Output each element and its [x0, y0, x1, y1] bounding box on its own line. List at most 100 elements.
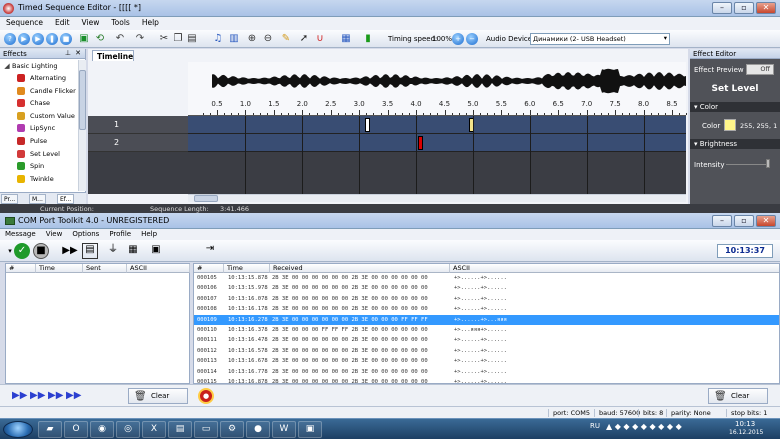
- play-icon[interactable]: ▶: [32, 33, 44, 45]
- table-row[interactable]: 000112 10:13:16.578 2B 3E 00 00 00 00 00 0…: [194, 346, 779, 357]
- paste-icon[interactable]: ▤: [186, 33, 198, 45]
- minimize-button[interactable]: –: [712, 2, 732, 14]
- table-row[interactable]: 000114 10:13:16.778 2B 3E 00 00 00 00 00 0…: [194, 367, 779, 378]
- start-button[interactable]: [3, 421, 33, 438]
- excel-icon[interactable]: X: [142, 421, 166, 438]
- send-file-icon[interactable]: ▶▶: [66, 390, 81, 402]
- connect-check-icon[interactable]: ✓: [14, 243, 30, 259]
- menu-help-2[interactable]: Help: [136, 229, 162, 239]
- color-swatch[interactable]: [724, 119, 736, 131]
- table-row[interactable]: 000107 10:13:16.078 2B 3E 00 00 00 00 00 0…: [194, 294, 779, 305]
- intensity-slider[interactable]: [726, 164, 766, 165]
- table-row[interactable]: 000110 10:13:16.378 2B 3E 00 00 00 FF FF F…: [194, 325, 779, 336]
- exit-door-icon[interactable]: ⇥: [202, 243, 218, 259]
- language-indicator[interactable]: RU: [590, 422, 600, 430]
- disconnect-icon[interactable]: ■: [33, 243, 49, 259]
- recv-col-received[interactable]: Received: [270, 264, 450, 273]
- speed-up-icon[interactable]: +: [452, 33, 464, 45]
- clear-sent-button[interactable]: 🗑 Clear: [128, 388, 188, 404]
- effect-event-block[interactable]: [364, 118, 370, 132]
- menu-options[interactable]: Options: [67, 229, 104, 239]
- timeline-hscrollbar[interactable]: [188, 194, 686, 202]
- pointer-icon[interactable]: ➚: [298, 33, 310, 45]
- com-toolkit-taskbar-icon[interactable]: ▣: [298, 421, 322, 438]
- sent-col-time[interactable]: Time: [36, 264, 83, 273]
- tab-timeline[interactable]: Timeline: [92, 50, 134, 61]
- sequence-icon[interactable]: ▤: [82, 243, 98, 259]
- scrollbar-thumb[interactable]: [79, 70, 86, 130]
- menu-view-2[interactable]: View: [41, 229, 68, 239]
- tab-profiles[interactable]: Pr...: [1, 194, 19, 204]
- magnet-icon[interactable]: ∪: [314, 33, 326, 45]
- speed-down-icon[interactable]: −: [466, 33, 478, 45]
- word-icon[interactable]: W: [272, 421, 296, 438]
- time-ruler[interactable]: 0.5 1.0 1.5 2.0 2.5 3.0 3.5 4.0 4.5 5.0 5.5 6.0 6.5 7…: [188, 100, 688, 116]
- table-row[interactable]: 000113 10:13:16.678 2B 3E 00 00 00 00 00 0…: [194, 356, 779, 367]
- effects-scrollbar[interactable]: [78, 60, 86, 191]
- intensity-slider-handle[interactable]: [766, 159, 770, 168]
- menu-sequence[interactable]: Sequence: [0, 17, 49, 28]
- send-file-icon[interactable]: ▶▶: [48, 390, 63, 402]
- port-settings-icon[interactable]: ▦: [124, 244, 142, 256]
- pause-icon[interactable]: ❚: [46, 33, 58, 45]
- plug-icon[interactable]: ⏚: [106, 244, 120, 256]
- stop-badge-icon[interactable]: ●: [198, 388, 214, 404]
- sent-col-num[interactable]: #: [6, 264, 36, 273]
- tab-effects[interactable]: Ef...: [57, 194, 75, 204]
- recv-col-time[interactable]: Time: [224, 264, 270, 273]
- maximize-button-2[interactable]: ▫: [734, 215, 754, 227]
- sent-col-sent[interactable]: Sent: [83, 264, 127, 273]
- waveform-icon[interactable]: ▥: [228, 33, 240, 45]
- recv-col-num[interactable]: #: [194, 264, 224, 273]
- tool-icon[interactable]: ⚙: [220, 421, 244, 438]
- folder-icon[interactable]: ▭: [194, 421, 218, 438]
- effect-event-block[interactable]: [418, 136, 424, 150]
- close-button-2[interactable]: ✕: [756, 215, 776, 227]
- table-row[interactable]: 000115 10:13:16.878 2B 3E 00 00 00 00 00 0…: [194, 377, 779, 383]
- maximize-button[interactable]: ▫: [734, 2, 754, 14]
- timeline-row-label[interactable]: 2: [88, 134, 188, 152]
- app-icon-taskbar[interactable]: ▤: [168, 421, 192, 438]
- copy-icon[interactable]: ❐: [172, 33, 184, 45]
- undo-icon[interactable]: ↶: [114, 33, 126, 45]
- tray-icons[interactable]: ▲ ◆ ◆ ◆ ◆ ◆ ◆ ◆ ◆: [606, 422, 682, 431]
- timeline-row-label[interactable]: 1: [88, 116, 188, 134]
- menu-profile[interactable]: Profile: [104, 229, 136, 239]
- save-icon[interactable]: ▣: [78, 33, 90, 45]
- send-icon[interactable]: ▶▶: [62, 245, 78, 257]
- close-icon[interactable]: ✕: [75, 49, 81, 57]
- table-row[interactable]: 000105 10:13:15.878 2B 3E 00 00 00 00 00 0…: [194, 273, 779, 284]
- table-row[interactable]: 000109 10:13:16.278 2B 3E 00 00 00 00 00 0…: [194, 314, 779, 326]
- menu-message[interactable]: Message: [0, 229, 41, 239]
- terminal-icon[interactable]: ▣: [148, 244, 164, 256]
- menu-tools[interactable]: Tools: [105, 17, 135, 28]
- explorer-icon[interactable]: ▰: [38, 421, 62, 438]
- pin-icon[interactable]: ⊥: [65, 49, 71, 57]
- grid-icon[interactable]: ▦: [340, 33, 352, 45]
- cut-icon[interactable]: ✂: [158, 33, 170, 45]
- hscrollbar-thumb[interactable]: [194, 195, 218, 202]
- music-icon[interactable]: ♫: [212, 33, 224, 45]
- timeline-row[interactable]: [188, 134, 686, 152]
- effect-preview-toggle[interactable]: Off: [746, 64, 774, 75]
- collapse-icon[interactable]: ◢: [3, 62, 11, 70]
- help-icon[interactable]: ?: [4, 33, 16, 45]
- close-button[interactable]: ✕: [756, 2, 776, 14]
- redo-icon[interactable]: ↷: [134, 33, 146, 45]
- audio-device-select[interactable]: Динамики (2- USB Headset) ▾: [530, 33, 670, 45]
- send-file-icon[interactable]: ▶▶: [12, 390, 27, 402]
- zoom-in-icon[interactable]: ⊕: [246, 33, 258, 45]
- stop-icon[interactable]: ■: [60, 33, 72, 45]
- recv-col-ascii[interactable]: ASCII: [450, 264, 779, 273]
- send-file-icon[interactable]: ▶▶: [30, 390, 45, 402]
- chrome-icon[interactable]: ◎: [116, 421, 140, 438]
- opera-icon[interactable]: O: [64, 421, 88, 438]
- clear-received-button[interactable]: 🗑 Clear: [708, 388, 768, 404]
- play-start-icon[interactable]: ▶: [18, 33, 30, 45]
- minimize-button-2[interactable]: –: [712, 215, 732, 227]
- color-section-header[interactable]: ▾ Color: [690, 102, 780, 112]
- menu-edit[interactable]: Edit: [49, 17, 76, 28]
- table-row[interactable]: 000108 10:13:16.178 2B 3E 00 00 00 00 00 0…: [194, 304, 779, 315]
- table-row[interactable]: 000106 10:13:15.978 2B 3E 00 00 00 00 00 0…: [194, 283, 779, 294]
- menu-help[interactable]: Help: [136, 17, 165, 28]
